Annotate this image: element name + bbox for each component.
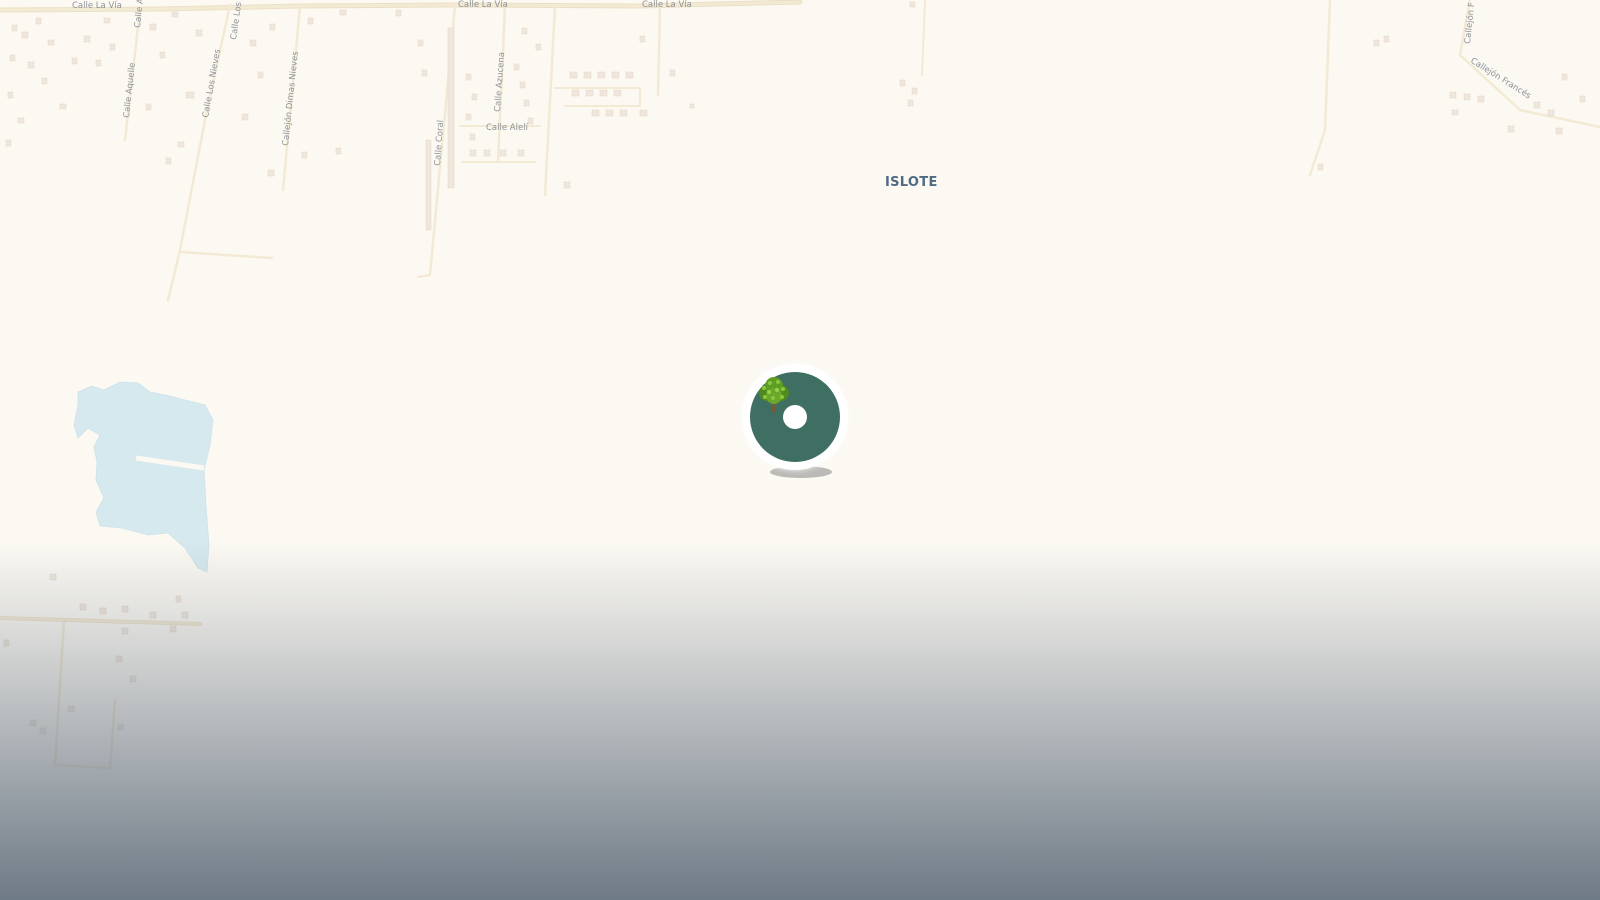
street-label-azucena: Calle Azucena [493, 52, 507, 113]
street-label-callejon-f: Callejón F [1462, 2, 1477, 45]
place-label-islote: ISLOTE [885, 175, 938, 190]
street-label-frances: Callejón Francés [1468, 55, 1533, 101]
street-label-coral: Calle Coral [433, 120, 446, 167]
street-label-calle-a: Calle A [133, 0, 146, 28]
street-label-la-via: Calle La Vía [458, 0, 508, 10]
tree-icon [759, 377, 789, 412]
street-label-aquelle: Calle Aquelle [122, 62, 138, 118]
street-label-la-via: Calle La Vía [72, 1, 122, 11]
water-lagoon [73, 381, 214, 573]
street-labels: Calle La Vía Calle La Vía Calle La Vía C… [72, 0, 1534, 166]
street-label-aleli: Calle Alelí [486, 123, 529, 133]
street-label-la-via: Calle La Vía [642, 0, 692, 10]
street-label-los-nieves: Calle Los Nieves [201, 48, 223, 119]
map-location-marker[interactable] [742, 364, 858, 480]
street-label-dimas-nieves: Callejón Dimas Nieves [280, 50, 301, 146]
